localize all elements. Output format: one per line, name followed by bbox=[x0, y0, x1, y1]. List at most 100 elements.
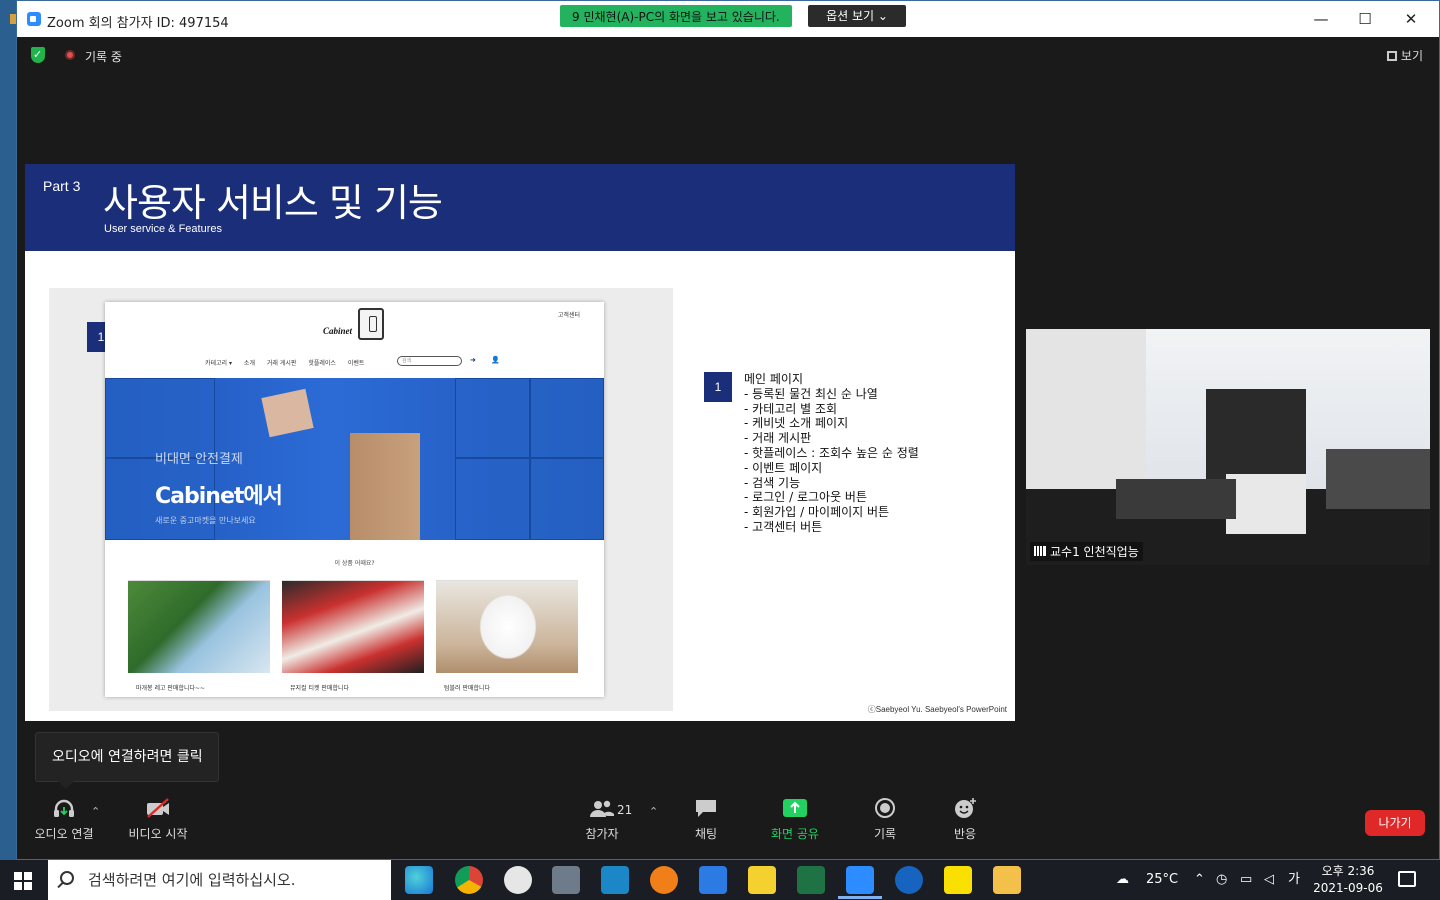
screen: Zoom 회의 참가자 ID: 497154 — ☐ ✕ 9 민채현(A)-PC… bbox=[0, 0, 1440, 900]
edge-app-icon[interactable] bbox=[405, 866, 433, 894]
zoom-meeting-window: Zoom 회의 참가자 ID: 497154 — ☐ ✕ 9 민채현(A)-PC… bbox=[16, 0, 1440, 860]
chrome-app-icon[interactable] bbox=[455, 866, 483, 894]
audio-label: 오디오 연결 bbox=[34, 827, 94, 841]
tray-app-icon[interactable]: ◷ bbox=[1216, 860, 1227, 900]
participants-icon bbox=[589, 797, 615, 819]
share-screen-label: 화면 공유 bbox=[771, 827, 819, 841]
chat-bubble-icon bbox=[693, 797, 719, 819]
reactions-button[interactable]: 반응 bbox=[951, 797, 979, 842]
share-screen-button[interactable]: 화면 공유 bbox=[769, 797, 821, 842]
taskbar-search-placeholder: 검색하려면 여기에 입력하십시오. bbox=[88, 871, 296, 889]
hero-line-3: 새로운 중고마켓을 만나보세요 bbox=[155, 516, 256, 525]
teams-app-icon[interactable] bbox=[601, 866, 629, 894]
taskbar-clock[interactable]: 오후 2:36 2021-09-06 bbox=[1310, 863, 1386, 897]
minimize-button[interactable]: — bbox=[1311, 9, 1331, 29]
parcel-box-image bbox=[350, 433, 420, 540]
start-video-button[interactable]: 비디오 시작 bbox=[125, 797, 191, 842]
feature-item: 고객센터 버튼 bbox=[744, 520, 919, 535]
feature-item: 검색 기능 bbox=[744, 476, 919, 491]
signup-user-icon: 👤 bbox=[491, 356, 500, 364]
pixelated-mask bbox=[1226, 474, 1306, 534]
participant-name-label: 교수1 인천직업능 bbox=[1030, 542, 1143, 561]
website-screenshot: 고객센터 Cabinet 카테고리 ▾ 소개 거래 게시판 핫플레이스 이벤트 … bbox=[105, 302, 604, 697]
participants-label: 참가자 bbox=[585, 827, 619, 841]
network-icon[interactable]: ▭ bbox=[1240, 860, 1252, 900]
participant-video-tile[interactable]: 교수1 인천직업능 bbox=[1026, 329, 1430, 565]
participants-options-caret-icon[interactable]: ⌃ bbox=[649, 805, 658, 818]
record-icon bbox=[872, 797, 898, 819]
product-caption: 텀블러 판매합니다 bbox=[444, 685, 491, 692]
volume-muted-icon[interactable]: ◁ bbox=[1264, 860, 1274, 900]
product-caption: 뮤지컬 티켓 판매합니다 bbox=[290, 685, 350, 692]
zoom-taskbar-icon[interactable] bbox=[838, 866, 882, 899]
record-label: 기록 bbox=[873, 827, 897, 841]
cabinet-logo-icon bbox=[358, 308, 384, 340]
kakaotalk-app-icon[interactable] bbox=[944, 866, 972, 894]
chat-button[interactable]: 채팅 bbox=[691, 797, 721, 842]
calendar-app-icon[interactable] bbox=[699, 866, 727, 894]
product-card: 텀블러 판매합니다 bbox=[436, 580, 578, 696]
browser-app-icon[interactable] bbox=[895, 866, 923, 894]
ime-indicator[interactable]: 가 bbox=[1288, 860, 1300, 900]
audio-options-caret-icon[interactable]: ⌃ bbox=[91, 805, 100, 818]
slide-subtitle: User service & Features bbox=[104, 223, 222, 235]
taskbar-search-box[interactable]: 검색하려면 여기에 입력하십시오. bbox=[48, 860, 391, 900]
excel-app-icon[interactable] bbox=[797, 866, 825, 894]
tray-expand-icon[interactable]: ⌃ bbox=[1194, 860, 1205, 900]
hero-line-2: Cabinet에서 bbox=[155, 484, 283, 509]
feature-item: 등록된 물건 최신 순 나열 bbox=[744, 387, 919, 402]
site-hero-banner: 비대면 안전결제 Cabinet에서 새로운 중고마켓을 만나보세요 bbox=[105, 378, 604, 540]
clock-date: 2021-09-06 bbox=[1313, 881, 1383, 895]
close-button[interactable]: ✕ bbox=[1401, 9, 1421, 29]
grid-icon bbox=[1386, 51, 1397, 61]
view-button[interactable]: 보기 bbox=[1386, 47, 1423, 64]
reactions-label: 반응 bbox=[953, 827, 977, 841]
site-nav-item: 거래 게시판 bbox=[266, 360, 297, 367]
zoom-logo-icon bbox=[27, 12, 41, 26]
pixelated-face bbox=[1206, 389, 1306, 479]
feature-item: 회원가입 / 마이페이지 버튼 bbox=[744, 505, 919, 520]
lego-product-image bbox=[128, 581, 270, 673]
feature-item: 로그인 / 로그아웃 버튼 bbox=[744, 490, 919, 505]
pixelated-arm bbox=[1116, 479, 1236, 519]
leave-meeting-button[interactable]: 나가기 bbox=[1365, 810, 1425, 836]
recording-label[interactable]: 기록 중 bbox=[85, 48, 122, 65]
calculator-app-icon[interactable] bbox=[552, 866, 580, 894]
hancom-app-icon[interactable] bbox=[650, 866, 678, 894]
feature-heading: 메인 페이지 bbox=[744, 372, 804, 386]
signal-strength-icon bbox=[1034, 546, 1046, 556]
maximize-button[interactable]: ☐ bbox=[1355, 9, 1375, 29]
clock-time: 오후 2:36 bbox=[1321, 864, 1375, 878]
slide-header: Part 3 사용자 서비스 및 기능 User service & Featu… bbox=[25, 164, 1015, 251]
description-number-badge: 1 bbox=[704, 372, 732, 402]
weather-icon[interactable]: ☁ bbox=[1116, 860, 1129, 900]
weather-temperature[interactable]: 25°C bbox=[1146, 860, 1178, 900]
locker-panel bbox=[105, 378, 215, 458]
headphones-icon bbox=[51, 797, 77, 819]
participants-button[interactable]: 참가자 bbox=[583, 797, 621, 842]
view-options-button[interactable]: 옵션 보기 ⌄ bbox=[808, 5, 906, 27]
file-explorer-icon[interactable] bbox=[993, 866, 1021, 894]
product-card: 뮤지컬 티켓 판매합니다 bbox=[282, 580, 424, 696]
encryption-shield-icon[interactable] bbox=[31, 47, 45, 63]
tumbler-product-image bbox=[436, 581, 578, 673]
join-audio-button[interactable]: 오디오 연결 bbox=[33, 797, 95, 842]
login-icon: ➜ bbox=[470, 356, 476, 364]
recording-dot-icon bbox=[65, 50, 75, 60]
notification-icon[interactable] bbox=[1398, 871, 1416, 887]
windows-start-icon[interactable] bbox=[14, 872, 32, 890]
snipping-tool-icon[interactable] bbox=[504, 866, 532, 894]
parcel-image bbox=[261, 388, 314, 438]
feature-item: 케비넷 소개 페이지 bbox=[744, 416, 919, 431]
sticky-notes-icon[interactable] bbox=[748, 866, 776, 894]
shared-slide: Part 3 사용자 서비스 및 기능 User service & Featu… bbox=[25, 164, 1015, 721]
site-nav-item: 이벤트 bbox=[347, 360, 365, 367]
video-label: 비디오 시작 bbox=[128, 827, 188, 841]
screen-share-banner: 9 민채현(A)-PC의 화면을 보고 있습니다. bbox=[560, 5, 792, 27]
record-button[interactable]: 기록 bbox=[871, 797, 899, 842]
site-customer-center-link: 고객센터 bbox=[557, 312, 580, 319]
hero-line-1: 비대면 안전결제 bbox=[155, 452, 243, 467]
locker-panel bbox=[455, 458, 530, 540]
slide-title: 사용자 서비스 및 기능 bbox=[103, 181, 443, 225]
product-card: 마개봉 레고 판매합니다~~ bbox=[128, 580, 270, 696]
